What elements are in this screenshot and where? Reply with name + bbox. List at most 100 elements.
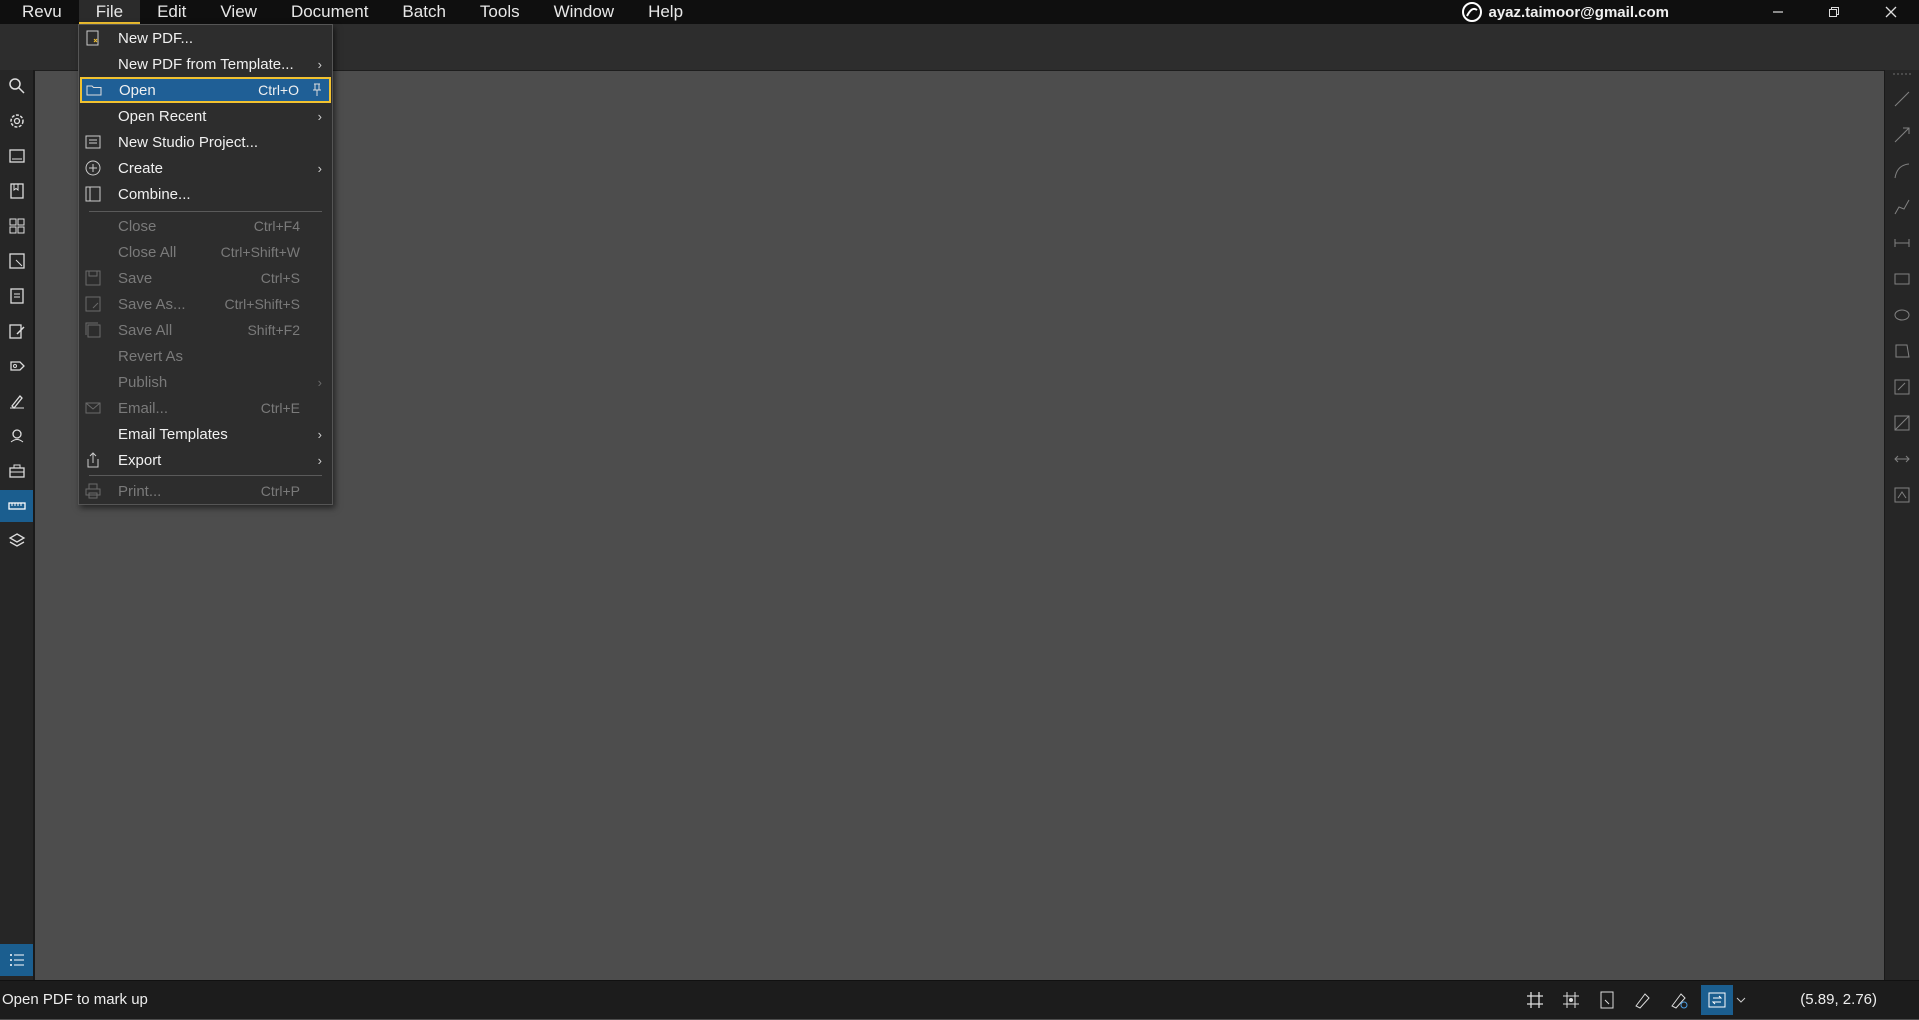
polygon-tool-icon[interactable] <box>1893 342 1911 360</box>
dimension-tool-icon[interactable] <box>1893 234 1911 252</box>
menu-item-combine[interactable]: Combine... <box>79 181 332 207</box>
menu-batch[interactable]: Batch <box>385 0 462 24</box>
polyline-tool-icon[interactable] <box>1893 198 1911 216</box>
panel-list-icon[interactable] <box>0 944 33 976</box>
menu-item-label: Save All <box>118 321 173 339</box>
menu-item-label: Close All <box>118 243 177 261</box>
arrow-tool-icon[interactable] <box>1893 126 1911 144</box>
restore-button[interactable] <box>1811 0 1857 24</box>
layers-icon[interactable] <box>5 529 29 553</box>
arc-tool-icon[interactable] <box>1893 162 1911 180</box>
pin-icon[interactable] <box>308 81 326 99</box>
snap-to-grid-icon[interactable] <box>1561 990 1581 1010</box>
bookmarks-icon[interactable] <box>5 179 29 203</box>
menu-item-new-from-template[interactable]: New PDF from Template... › <box>79 51 332 77</box>
menu-item-label: Open <box>119 81 156 99</box>
close-icon <box>1885 6 1897 18</box>
export-icon <box>84 451 102 469</box>
rectangle-tool-icon[interactable] <box>1893 270 1911 288</box>
menu-item-label: New Studio Project... <box>118 133 259 151</box>
menu-revu[interactable]: Revu <box>0 0 79 24</box>
menu-help[interactable]: Help <box>631 0 700 24</box>
studio-project-icon <box>84 133 102 151</box>
menu-item-open-recent[interactable]: Open Recent › <box>79 103 332 129</box>
minimize-button[interactable] <box>1755 0 1801 24</box>
save-as-icon <box>84 295 102 313</box>
new-pdf-icon <box>84 29 102 47</box>
snap-to-content-icon[interactable] <box>1597 990 1617 1010</box>
search-icon[interactable] <box>5 74 29 98</box>
menu-item-label: Combine... <box>118 185 191 203</box>
plus-circle-icon <box>84 159 102 177</box>
account-menu[interactable]: ayaz.taimoor@gmail.com <box>1462 0 1669 24</box>
thumbnails-icon[interactable] <box>5 144 29 168</box>
count-tool-icon[interactable] <box>1893 486 1911 504</box>
left-panel-bar <box>0 70 35 980</box>
save-all-icon <box>84 321 102 339</box>
menu-tools[interactable]: Tools <box>463 0 537 24</box>
reuse-markup-icon[interactable] <box>1669 990 1689 1010</box>
close-window-button[interactable] <box>1868 0 1914 24</box>
sync-button[interactable] <box>1701 985 1733 1015</box>
menu-item-label: Save As... <box>118 295 186 313</box>
menu-item-new-pdf[interactable]: New PDF... <box>79 25 332 51</box>
shortcut-label: Ctrl+F4 <box>253 218 300 234</box>
menu-item-label: Publish <box>118 373 168 391</box>
folder-icon <box>85 81 103 99</box>
menu-item-new-studio-project[interactable]: New Studio Project... <box>79 129 332 155</box>
menu-item-open[interactable]: Open Ctrl+O <box>80 77 331 103</box>
shortcut-label: Ctrl+S <box>260 270 300 286</box>
menu-view[interactable]: View <box>203 0 274 24</box>
menu-file[interactable]: File <box>78 0 141 24</box>
grid-panels-icon[interactable] <box>5 214 29 238</box>
status-bar: Open PDF to mark up (5.89, 2.76) <box>0 980 1919 1019</box>
submenu-chevron-icon: › <box>317 426 322 442</box>
ellipse-tool-icon[interactable] <box>1893 306 1911 324</box>
settings-gear-icon[interactable] <box>5 109 29 133</box>
minimize-icon <box>1773 11 1783 13</box>
snap-to-markup-icon[interactable] <box>1633 990 1653 1010</box>
file-access-icon[interactable] <box>5 284 29 308</box>
cutout-tool-icon[interactable] <box>1893 414 1911 432</box>
bluebeam-logo-icon <box>1462 2 1483 22</box>
area-tool-icon[interactable] <box>1893 378 1911 396</box>
menu-item-close-all: Close All Ctrl+Shift+W <box>79 239 332 265</box>
menu-item-label: Email Templates <box>118 425 228 443</box>
length-tool-icon[interactable] <box>1893 450 1911 468</box>
menu-item-export[interactable]: Export › <box>79 447 332 473</box>
shortcut-label: Ctrl+Shift+S <box>224 296 300 312</box>
cursor-coordinates: (5.89, 2.76) <box>1800 991 1877 1008</box>
chevron-down-icon[interactable] <box>1735 990 1747 1010</box>
tool-chest-icon[interactable] <box>5 354 29 378</box>
line-tool-icon[interactable] <box>1893 90 1911 108</box>
menu-separator <box>89 475 322 476</box>
menu-item-label: Close <box>118 217 157 235</box>
menu-item-label: New PDF from Template... <box>118 55 294 73</box>
menu-edit[interactable]: Edit <box>140 0 203 24</box>
printer-icon <box>84 482 102 500</box>
menu-item-email-templates[interactable]: Email Templates › <box>79 421 332 447</box>
menu-document[interactable]: Document <box>274 0 385 24</box>
shortcut-label: Ctrl+P <box>260 483 300 499</box>
menu-item-save-all: Save All Shift+F2 <box>79 317 332 343</box>
places-icon[interactable] <box>5 424 29 448</box>
shortcut-label: Shift+F2 <box>247 322 300 338</box>
shortcut-label: Ctrl+O <box>258 82 299 98</box>
menu-item-label: Export <box>118 451 162 469</box>
grip-icon <box>1893 73 1911 75</box>
menu-separator <box>89 211 322 212</box>
measurements-ruler-icon[interactable] <box>0 490 33 522</box>
signatures-icon[interactable] <box>5 389 29 413</box>
grid-icon[interactable] <box>1525 990 1545 1010</box>
toolbox-icon[interactable] <box>5 459 29 483</box>
file-menu-dropdown: New PDF... New PDF from Template... › Op… <box>78 24 333 505</box>
menu-item-print: Print... Ctrl+P <box>79 478 332 504</box>
menu-item-revert-as: Revert As <box>79 343 332 369</box>
submenu-chevron-icon: › <box>317 452 322 468</box>
menu-window[interactable]: Window <box>537 0 631 24</box>
menu-item-label: Create <box>118 159 164 177</box>
menu-item-label: Open Recent <box>118 107 207 125</box>
markups-list-icon[interactable] <box>5 319 29 343</box>
menu-item-create[interactable]: Create › <box>79 155 332 181</box>
sets-icon[interactable] <box>5 249 29 273</box>
